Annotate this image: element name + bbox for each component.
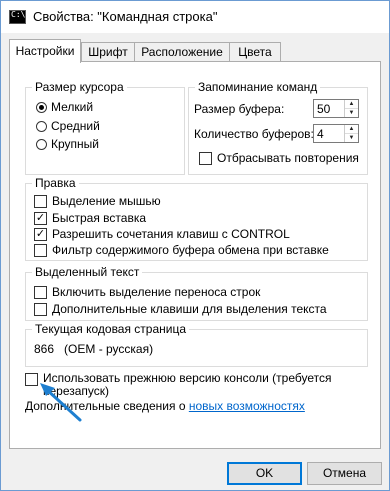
radio-indicator[interactable]	[36, 101, 47, 113]
tab-font[interactable]: Шрифт	[81, 42, 135, 62]
legacy-console-label: Использовать прежнюю версию консоли (тре…	[43, 371, 332, 398]
buffer-count-value[interactable]: 4	[317, 127, 324, 141]
stepper-buttons: ▲ ▼	[344, 100, 358, 117]
discard-duplicates-checkbox[interactable]: Отбрасывать повторения	[199, 151, 359, 165]
new-features-link[interactable]: новых возможностях	[189, 399, 305, 413]
console-icon: C:\	[9, 10, 26, 24]
codepage-group: Текущая кодовая страница 866 (OEM - русс…	[25, 322, 368, 367]
command-history-group: Запоминание команд Размер буфера: 50 ▲ ▼…	[188, 80, 368, 175]
codepage-value: 866 (OEM - русская)	[34, 342, 154, 356]
ctrl-shortcuts-label: Разрешить сочетания клавиш с CONTROL	[52, 227, 290, 241]
stepper-down-icon[interactable]: ▼	[345, 134, 358, 142]
tab-settings[interactable]: Настройки	[9, 39, 81, 63]
selected-text-group: Выделенный текст Включить выделение пере…	[25, 265, 368, 321]
stepper-buttons: ▲ ▼	[344, 125, 358, 142]
extended-keys-label: Дополнительные клавиши для выделения тек…	[52, 302, 327, 316]
tab-colors[interactable]: Цвета	[229, 42, 281, 62]
cursor-size-group: Размер курсора Мелкий Средний Крупный	[25, 80, 185, 175]
edit-label: Правка	[32, 176, 79, 190]
quick-paste-checkbox[interactable]: ✓ Быстрая вставка	[34, 211, 146, 225]
mouse-select-checkbox[interactable]: Выделение мышью	[34, 194, 161, 208]
edit-group: Правка Выделение мышью ✓ Быстрая вставка…	[25, 176, 368, 261]
buffer-size-stepper[interactable]: 50 ▲ ▼	[313, 99, 359, 118]
window-title: Свойства: "Командная строка"	[33, 9, 218, 24]
tab-layout[interactable]: Расположение	[134, 42, 230, 62]
stepper-down-icon[interactable]: ▼	[345, 109, 358, 117]
cursor-small-label: Мелкий	[51, 100, 94, 114]
properties-window: C:\ Свойства: "Командная строка" Настрой…	[0, 0, 390, 491]
checkbox-box[interactable]: ✓	[34, 227, 47, 241]
cursor-size-label: Размер курсора	[32, 80, 127, 94]
filter-clipboard-checkbox[interactable]: Фильтр содержимого буфера обмена при вст…	[34, 243, 329, 257]
line-wrap-selection-label: Включить выделение переноса строк	[52, 285, 261, 299]
selected-text-label: Выделенный текст	[32, 265, 143, 279]
title-bar[interactable]: C:\ Свойства: "Командная строка"	[1, 1, 389, 33]
codepage-label: Текущая кодовая страница	[32, 322, 190, 336]
settings-panel: Размер курсора Мелкий Средний Крупный За…	[9, 61, 381, 449]
checkbox-box[interactable]	[34, 302, 47, 316]
ctrl-shortcuts-checkbox[interactable]: ✓ Разрешить сочетания клавиш с CONTROL	[34, 227, 290, 241]
annotation-arrow-icon	[40, 383, 82, 422]
buffer-size-value[interactable]: 50	[317, 102, 330, 116]
quick-paste-label: Быстрая вставка	[52, 211, 147, 225]
checkbox-box[interactable]	[34, 285, 47, 299]
cursor-medium-radio[interactable]: Средний	[36, 119, 100, 133]
buffer-count-stepper[interactable]: 4 ▲ ▼	[313, 124, 359, 143]
radio-indicator[interactable]	[36, 120, 47, 132]
radio-indicator[interactable]	[36, 138, 47, 150]
stepper-up-icon[interactable]: ▲	[345, 100, 358, 109]
checkbox-box[interactable]	[34, 194, 47, 208]
stepper-up-icon[interactable]: ▲	[345, 125, 358, 134]
line-wrap-selection-checkbox[interactable]: Включить выделение переноса строк	[34, 285, 260, 299]
checkbox-box[interactable]: ✓	[34, 211, 47, 225]
cursor-large-radio[interactable]: Крупный	[36, 137, 99, 151]
cursor-small-radio[interactable]: Мелкий	[36, 100, 93, 114]
cursor-medium-label: Средний	[51, 119, 100, 133]
extended-keys-checkbox[interactable]: Дополнительные клавиши для выделения тек…	[34, 302, 327, 316]
mouse-select-label: Выделение мышью	[52, 194, 161, 208]
discard-duplicates-label: Отбрасывать повторения	[217, 151, 359, 165]
cursor-large-label: Крупный	[51, 137, 99, 151]
buffer-size-label: Размер буфера:	[194, 102, 285, 116]
ok-button[interactable]: OK	[227, 462, 302, 485]
filter-clipboard-label: Фильтр содержимого буфера обмена при вст…	[52, 243, 329, 257]
cancel-button[interactable]: Отмена	[307, 462, 382, 485]
checkbox-box[interactable]	[34, 243, 47, 257]
checkbox-box[interactable]	[199, 151, 212, 165]
command-history-label: Запоминание команд	[195, 80, 321, 94]
buffer-count-label: Количество буферов:	[194, 127, 314, 141]
